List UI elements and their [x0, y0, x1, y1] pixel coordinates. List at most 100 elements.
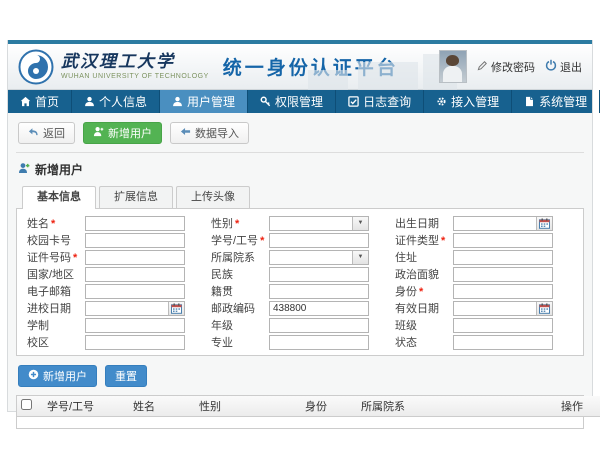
native-place-label: 籍贯	[211, 283, 269, 299]
tab-upload-avatar[interactable]: 上传头像	[176, 186, 250, 208]
back-button[interactable]: 返回	[18, 122, 75, 144]
content: 返回 新增用户 数据导入 新增用户 基本信息扩展信息上传头像 姓名*性别*▼出生…	[8, 113, 592, 429]
nav-item-label: 权限管理	[275, 93, 323, 110]
table-header-2: 性别	[195, 396, 301, 417]
required-asterisk: *	[441, 235, 445, 247]
nav-item-system-management[interactable]: 系统管理	[512, 90, 600, 113]
building-watermark	[358, 62, 418, 90]
add-user-section-icon	[18, 162, 30, 177]
home-icon	[20, 96, 31, 107]
class-label: 班级	[395, 317, 453, 333]
postal-code-label: 邮政编码	[211, 300, 269, 316]
department-dropdown-button[interactable]: ▼	[352, 251, 368, 264]
identity-input[interactable]	[453, 284, 553, 299]
field-class: 班级	[395, 317, 579, 333]
avatar[interactable]	[439, 50, 467, 83]
toolbar: 返回 新增用户 数据导入	[16, 120, 584, 153]
field-native-place: 籍贯	[211, 283, 395, 299]
major-input[interactable]	[269, 335, 369, 350]
schooling-length-label: 学制	[27, 317, 85, 333]
campus-card-input[interactable]	[85, 233, 185, 248]
field-entry-date: 进校日期	[27, 300, 211, 316]
birth-date-calendar-icon[interactable]	[536, 217, 552, 230]
app-window: 武汉理工大学 WUHAN UNIVERSITY OF TECHNOLOGY 统一…	[7, 40, 593, 412]
key-icon	[260, 96, 271, 107]
class-input[interactable]	[453, 318, 553, 333]
name-input[interactable]	[85, 216, 185, 231]
entry-date-calendar-icon[interactable]	[168, 302, 184, 315]
header-right: 修改密码 退出	[439, 50, 582, 83]
gender-dropdown-button[interactable]: ▼	[352, 217, 368, 230]
nav-item-permission-management[interactable]: 权限管理	[248, 90, 336, 113]
name-label: 姓名*	[27, 215, 85, 231]
field-country: 国家/地区	[27, 266, 211, 282]
field-id-type: 证件类型*	[395, 232, 579, 248]
nav-item-user-management[interactable]: 用户管理	[160, 90, 248, 113]
data-import-button[interactable]: 数据导入	[170, 122, 249, 144]
basic-info-panel: 姓名*性别*▼出生日期校园卡号学号/工号*证件类型*证件号码*所属院系▼住址国家…	[16, 208, 584, 356]
reset-button[interactable]: 重置	[105, 365, 147, 387]
logout-button[interactable]: 退出	[545, 59, 582, 75]
student-id-label: 学号/工号*	[211, 232, 269, 248]
grade-label: 年级	[211, 317, 269, 333]
campus-input[interactable]	[85, 335, 185, 350]
file-icon	[524, 96, 535, 107]
add-user-toolbar-button[interactable]: 新增用户	[83, 122, 162, 144]
tab-extended-info[interactable]: 扩展信息	[99, 186, 173, 208]
id-number-input[interactable]	[85, 250, 185, 265]
user-form-grid: 姓名*性别*▼出生日期校园卡号学号/工号*证件类型*证件号码*所属院系▼住址国家…	[27, 215, 579, 350]
university-name-block: 武汉理工大学 WUHAN UNIVERSITY OF TECHNOLOGY	[61, 54, 209, 80]
ethnicity-input[interactable]	[269, 267, 369, 282]
email-label: 电子邮箱	[27, 283, 85, 299]
political-status-label: 政治面貌	[395, 266, 453, 282]
nav-item-home[interactable]: 首页	[8, 90, 72, 113]
power-icon	[545, 59, 557, 74]
nav-item-access-management[interactable]: 接入管理	[424, 90, 512, 113]
valid-date-calendar-icon[interactable]	[536, 302, 552, 315]
field-status: 状态	[395, 334, 579, 350]
status-label: 状态	[395, 334, 453, 350]
postal-code-input[interactable]	[269, 301, 369, 316]
nav-item-label: 日志查询	[363, 93, 411, 110]
grade-input[interactable]	[269, 318, 369, 333]
user-icon	[84, 96, 95, 107]
section-title: 新增用户	[16, 153, 584, 185]
country-input[interactable]	[85, 267, 185, 282]
table-header-row: 学号/工号姓名性别身份所属院系操作	[17, 396, 600, 417]
select-all-checkbox[interactable]	[21, 399, 32, 410]
identity-label: 身份*	[395, 283, 453, 299]
native-place-input[interactable]	[269, 284, 369, 299]
header: 武汉理工大学 WUHAN UNIVERSITY OF TECHNOLOGY 统一…	[8, 44, 592, 90]
status-input[interactable]	[453, 335, 553, 350]
political-status-input[interactable]	[453, 267, 553, 282]
required-asterisk: *	[51, 218, 55, 230]
add-user-icon	[93, 126, 104, 140]
student-id-input[interactable]	[269, 233, 369, 248]
field-major: 专业	[211, 334, 395, 350]
nav-item-label: 系统管理	[539, 93, 587, 110]
table-header-3: 身份	[301, 396, 357, 417]
table-header-1: 姓名	[129, 396, 195, 417]
table-header-5: 操作	[557, 396, 600, 417]
check-square-icon	[348, 96, 359, 107]
field-grade: 年级	[211, 317, 395, 333]
change-password-button[interactable]: 修改密码	[477, 59, 535, 75]
field-department: 所属院系▼	[211, 249, 395, 265]
id-type-input[interactable]	[453, 233, 553, 248]
submit-add-user-button[interactable]: 新增用户	[18, 365, 97, 387]
address-input[interactable]	[453, 250, 553, 265]
nav-item-personal-info[interactable]: 个人信息	[72, 90, 160, 113]
ethnicity-label: 民族	[211, 266, 269, 282]
import-arrow-icon	[180, 126, 191, 140]
campus-card-label: 校园卡号	[27, 232, 85, 248]
schooling-length-input[interactable]	[85, 318, 185, 333]
email-input[interactable]	[85, 284, 185, 299]
user-table: 学号/工号姓名性别身份所属院系操作	[16, 395, 584, 429]
plus-circle-icon	[28, 369, 39, 383]
tab-basic-info[interactable]: 基本信息	[22, 186, 96, 209]
field-birth-date: 出生日期	[395, 215, 579, 231]
nav-item-log-query[interactable]: 日志查询	[336, 90, 424, 113]
gear-icon	[436, 96, 447, 107]
building-watermark	[308, 70, 348, 90]
field-student-id: 学号/工号*	[211, 232, 395, 248]
